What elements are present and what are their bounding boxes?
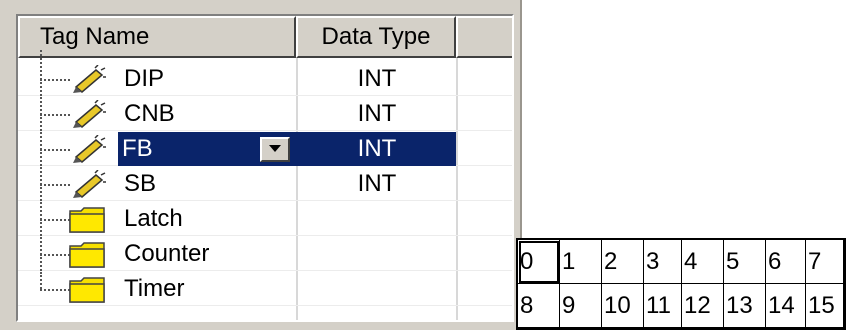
tag-name-cell[interactable]: FB bbox=[18, 132, 302, 166]
bit-cell[interactable]: 8 bbox=[518, 284, 560, 328]
tag-row[interactable]: SB INT bbox=[18, 167, 512, 201]
bit-cell[interactable]: 3 bbox=[644, 240, 682, 284]
blank-cell bbox=[458, 237, 512, 271]
tree-connector bbox=[40, 79, 70, 81]
bit-cell[interactable]: 9 bbox=[560, 284, 602, 328]
tree-connector bbox=[40, 272, 42, 289]
tree-connector bbox=[40, 184, 70, 186]
bit-cell[interactable]: 11 bbox=[644, 284, 682, 328]
blank-cell bbox=[458, 167, 512, 201]
bit-cell[interactable]: 7 bbox=[806, 240, 844, 284]
data-type-cell[interactable] bbox=[298, 237, 456, 271]
tag-name-cell[interactable]: Latch bbox=[18, 202, 296, 236]
tag-row[interactable]: Timer bbox=[18, 272, 512, 306]
folder-icon bbox=[68, 240, 106, 268]
tag-name-label: CNB bbox=[124, 100, 175, 127]
folder-icon bbox=[68, 275, 106, 303]
tree-connector bbox=[40, 254, 70, 256]
bit-cell[interactable]: 12 bbox=[682, 284, 724, 328]
data-type-cell[interactable]: INT bbox=[298, 97, 456, 131]
column-header-blank bbox=[456, 16, 512, 58]
tag-name-label: Latch bbox=[124, 205, 183, 232]
tag-pencil-icon bbox=[68, 64, 106, 93]
data-type-cell[interactable]: INT bbox=[298, 62, 456, 96]
bit-cell[interactable]: 1 bbox=[560, 240, 602, 284]
bit-cell[interactable]: 2 bbox=[602, 240, 644, 284]
blank-cell bbox=[458, 62, 512, 96]
tree-connector bbox=[40, 219, 70, 221]
tag-pencil-icon bbox=[68, 134, 106, 163]
tag-row[interactable]: Counter bbox=[18, 237, 512, 271]
blank-cell bbox=[458, 97, 512, 131]
data-type-cell[interactable] bbox=[298, 202, 456, 236]
bit-cell[interactable]: 4 bbox=[682, 240, 724, 284]
tree-connector bbox=[40, 149, 70, 151]
tag-name-cell[interactable]: Timer bbox=[18, 272, 296, 306]
tag-name-cell[interactable]: CNB bbox=[18, 97, 296, 131]
data-type-cell[interactable]: INT bbox=[298, 132, 456, 166]
blank-cell bbox=[458, 272, 512, 306]
tag-name-cell[interactable]: SB bbox=[18, 167, 296, 201]
tag-name-label: Timer bbox=[124, 275, 185, 302]
blank-cell bbox=[458, 202, 512, 236]
column-header-tag-name[interactable]: Tag Name bbox=[18, 16, 296, 58]
tag-name-cell[interactable]: DIP bbox=[18, 50, 296, 96]
tag-pencil-icon bbox=[68, 169, 106, 198]
tag-name-label: DIP bbox=[124, 65, 165, 92]
data-type-cell[interactable]: INT bbox=[298, 167, 456, 201]
bit-cell[interactable]: 14 bbox=[766, 284, 806, 328]
folder-icon bbox=[68, 205, 106, 233]
tag-grid: Tag Name Data Type DIP INT CNB INT FB INT SB IN… bbox=[16, 14, 514, 322]
column-header-data-type[interactable]: Data Type bbox=[296, 16, 456, 58]
tag-row[interactable]: FB INT bbox=[18, 132, 512, 166]
tree-connector bbox=[40, 114, 70, 116]
tree-connector bbox=[40, 289, 70, 291]
tag-name-cell[interactable]: Counter bbox=[18, 237, 296, 271]
tag-pencil-icon bbox=[68, 99, 106, 128]
bit-cell[interactable]: 6 bbox=[766, 240, 806, 284]
tag-name-label: SB bbox=[124, 170, 157, 197]
tag-row[interactable]: CNB INT bbox=[18, 97, 512, 131]
tree-connector bbox=[40, 50, 42, 96]
chevron-down-icon bbox=[269, 145, 281, 152]
bit-cell[interactable]: 15 bbox=[806, 284, 844, 328]
bit-cell[interactable]: 13 bbox=[724, 284, 766, 328]
tag-row[interactable]: Latch bbox=[18, 202, 512, 236]
bit-picker: 0 1 2 3 4 5 6 7 8 9 10 11 12 13 14 15 bbox=[516, 238, 846, 330]
dropdown-button[interactable] bbox=[260, 137, 290, 162]
tag-row[interactable]: DIP INT bbox=[18, 50, 512, 96]
data-type-cell[interactable] bbox=[298, 272, 456, 306]
bit-cell[interactable]: 5 bbox=[724, 240, 766, 284]
bit-cell[interactable]: 0 bbox=[518, 240, 560, 284]
tag-name-label: Counter bbox=[124, 240, 210, 267]
blank-cell bbox=[458, 132, 512, 166]
bit-cell[interactable]: 10 bbox=[602, 284, 644, 328]
tag-editor-panel: Tag Name Data Type DIP INT CNB INT FB INT SB IN… bbox=[0, 0, 522, 330]
